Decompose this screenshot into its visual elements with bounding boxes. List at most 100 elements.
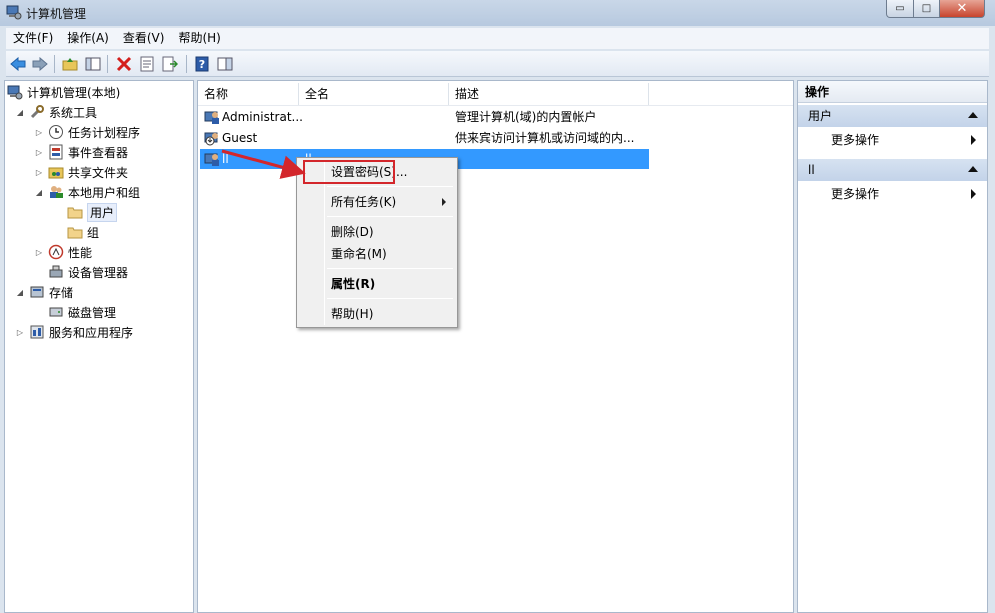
column-header-fullname[interactable]: 全名	[299, 83, 449, 105]
expanded-triangle-icon[interactable]: ◢	[15, 288, 25, 297]
tree-item-local-users-groups[interactable]: ◢ 本地用户和组	[34, 182, 140, 202]
tree-item-groups[interactable]: 组	[67, 222, 99, 242]
svg-text:?: ?	[199, 58, 205, 71]
menu-item-properties[interactable]: 属性(R)	[331, 274, 375, 294]
tree-item-label: 事件查看器	[68, 145, 129, 160]
delete-x-icon	[116, 56, 132, 72]
row-name: ll	[222, 152, 229, 166]
menu-action[interactable]: 操作(A)	[60, 28, 116, 49]
tree-item-system-tools[interactable]: ◢ 系统工具	[15, 102, 97, 122]
annotation-highlight-box	[303, 160, 395, 184]
disk-icon	[48, 304, 64, 320]
toolbar-separator	[186, 55, 187, 73]
close-button[interactable]: ✕	[939, 0, 985, 18]
collapsed-triangle-icon[interactable]: ▷	[15, 328, 25, 337]
folder-up-icon	[62, 58, 78, 71]
back-arrow-icon	[10, 57, 26, 71]
collapse-triangle-icon[interactable]	[968, 112, 978, 118]
tree-item-services-applications[interactable]: ▷ 服务和应用程序	[15, 322, 133, 342]
folder-icon	[67, 224, 83, 240]
more-actions-users[interactable]: 更多操作	[798, 130, 987, 150]
forward-button[interactable]	[30, 54, 50, 74]
action-pane-icon	[217, 57, 233, 71]
tree-item-device-manager[interactable]: 设备管理器	[48, 262, 128, 282]
tree-item-shared-folders[interactable]: ▷ 共享文件夹	[34, 162, 128, 182]
collapsed-triangle-icon[interactable]: ▷	[34, 128, 44, 137]
tree-item-label: 共享文件夹	[68, 165, 129, 180]
tree-item-label: 本地用户和组	[68, 185, 141, 200]
shared-folder-icon	[48, 164, 64, 180]
menu-separator	[327, 216, 453, 217]
storage-icon	[29, 284, 45, 300]
collapse-triangle-icon[interactable]	[968, 166, 978, 172]
menu-separator	[327, 298, 453, 299]
show-hide-tree-button[interactable]	[83, 54, 103, 74]
event-viewer-icon	[48, 144, 64, 160]
device-manager-icon	[48, 264, 64, 280]
column-header-description[interactable]: 描述	[449, 83, 649, 105]
menu-file[interactable]: 文件(F)	[6, 28, 60, 49]
export-list-button[interactable]	[160, 54, 180, 74]
header-divider	[198, 105, 793, 106]
tree-item-computer-management[interactable]: 计算机管理(本地)	[7, 82, 120, 102]
actions-section-users[interactable]: 用户	[798, 105, 987, 127]
properties-icon	[140, 56, 154, 72]
tree-item-label: 任务计划程序	[68, 125, 141, 140]
collapsed-triangle-icon[interactable]: ▷	[34, 148, 44, 157]
submenu-arrow-icon	[971, 135, 976, 145]
collapsed-triangle-icon[interactable]: ▷	[34, 168, 44, 177]
help-button[interactable]: ?	[192, 54, 212, 74]
table-row[interactable]: Administrat... 管理计算机(域)的内置帐户	[200, 107, 652, 127]
export-icon	[162, 56, 178, 72]
up-level-button[interactable]	[60, 54, 80, 74]
actions-section-ll[interactable]: ll	[798, 159, 987, 181]
computer-management-icon	[7, 84, 23, 100]
more-actions-label: 更多操作	[831, 133, 880, 147]
row-description: 管理计算机(域)的内置帐户	[455, 110, 597, 124]
maximize-button[interactable]: □	[913, 0, 940, 18]
tree-item-label: 计算机管理(本地)	[27, 85, 121, 100]
tree-item-label: 磁盘管理	[68, 305, 117, 320]
actions-pane: 操作 用户 更多操作 ll 更多操作	[797, 80, 988, 613]
menu-item-help[interactable]: 帮助(H)	[331, 304, 373, 324]
menu-help[interactable]: 帮助(H)	[171, 28, 227, 49]
menu-item-rename[interactable]: 重命名(M)	[331, 244, 387, 264]
tree-item-label: 服务和应用程序	[49, 325, 134, 340]
tree-item-task-scheduler[interactable]: ▷ 任务计划程序	[34, 122, 140, 142]
row-description: 供来宾访问计算机或访问域的内...	[455, 131, 635, 145]
submenu-arrow-icon	[442, 198, 446, 206]
more-actions-ll[interactable]: 更多操作	[798, 184, 987, 204]
minimize-button[interactable]: ▭	[886, 0, 914, 18]
tree-item-users[interactable]: 用户	[67, 202, 118, 222]
tree-item-disk-management[interactable]: 磁盘管理	[48, 302, 116, 322]
collapsed-triangle-icon[interactable]: ▷	[34, 248, 44, 257]
performance-icon	[48, 244, 64, 260]
toolbar-separator	[54, 55, 55, 73]
toolbar-separator	[107, 55, 108, 73]
clock-icon	[48, 124, 64, 140]
expanded-triangle-icon[interactable]: ◢	[34, 188, 44, 197]
back-button[interactable]	[8, 54, 28, 74]
help-icon: ?	[195, 56, 209, 72]
tree-item-storage[interactable]: ◢ 存储	[15, 282, 73, 302]
show-hide-action-pane-button[interactable]	[215, 54, 235, 74]
close-icon: ✕	[956, 1, 968, 16]
properties-button[interactable]	[137, 54, 157, 74]
row-name: Guest	[222, 131, 258, 145]
tree-item-label: 用户	[87, 202, 118, 222]
tree-item-event-viewer[interactable]: ▷ 事件查看器	[34, 142, 128, 162]
delete-button[interactable]	[114, 54, 134, 74]
users-icon	[48, 184, 64, 200]
menu-view[interactable]: 查看(V)	[116, 28, 172, 49]
more-actions-label: 更多操作	[831, 187, 880, 201]
menu-bar: 文件(F) 操作(A) 查看(V) 帮助(H)	[6, 28, 989, 49]
minimize-icon: ▭	[895, 3, 905, 14]
tree-item-label: 系统工具	[49, 105, 98, 120]
menu-item-delete[interactable]: 删除(D)	[331, 222, 374, 242]
table-row[interactable]: Guest 供来宾访问计算机或访问域的内...	[200, 128, 652, 148]
services-icon	[29, 324, 45, 340]
expanded-triangle-icon[interactable]: ◢	[15, 108, 25, 117]
menu-item-all-tasks[interactable]: 所有任务(K)	[331, 192, 396, 212]
column-header-name[interactable]: 名称	[198, 83, 299, 105]
tree-item-performance[interactable]: ▷ 性能	[34, 242, 92, 262]
